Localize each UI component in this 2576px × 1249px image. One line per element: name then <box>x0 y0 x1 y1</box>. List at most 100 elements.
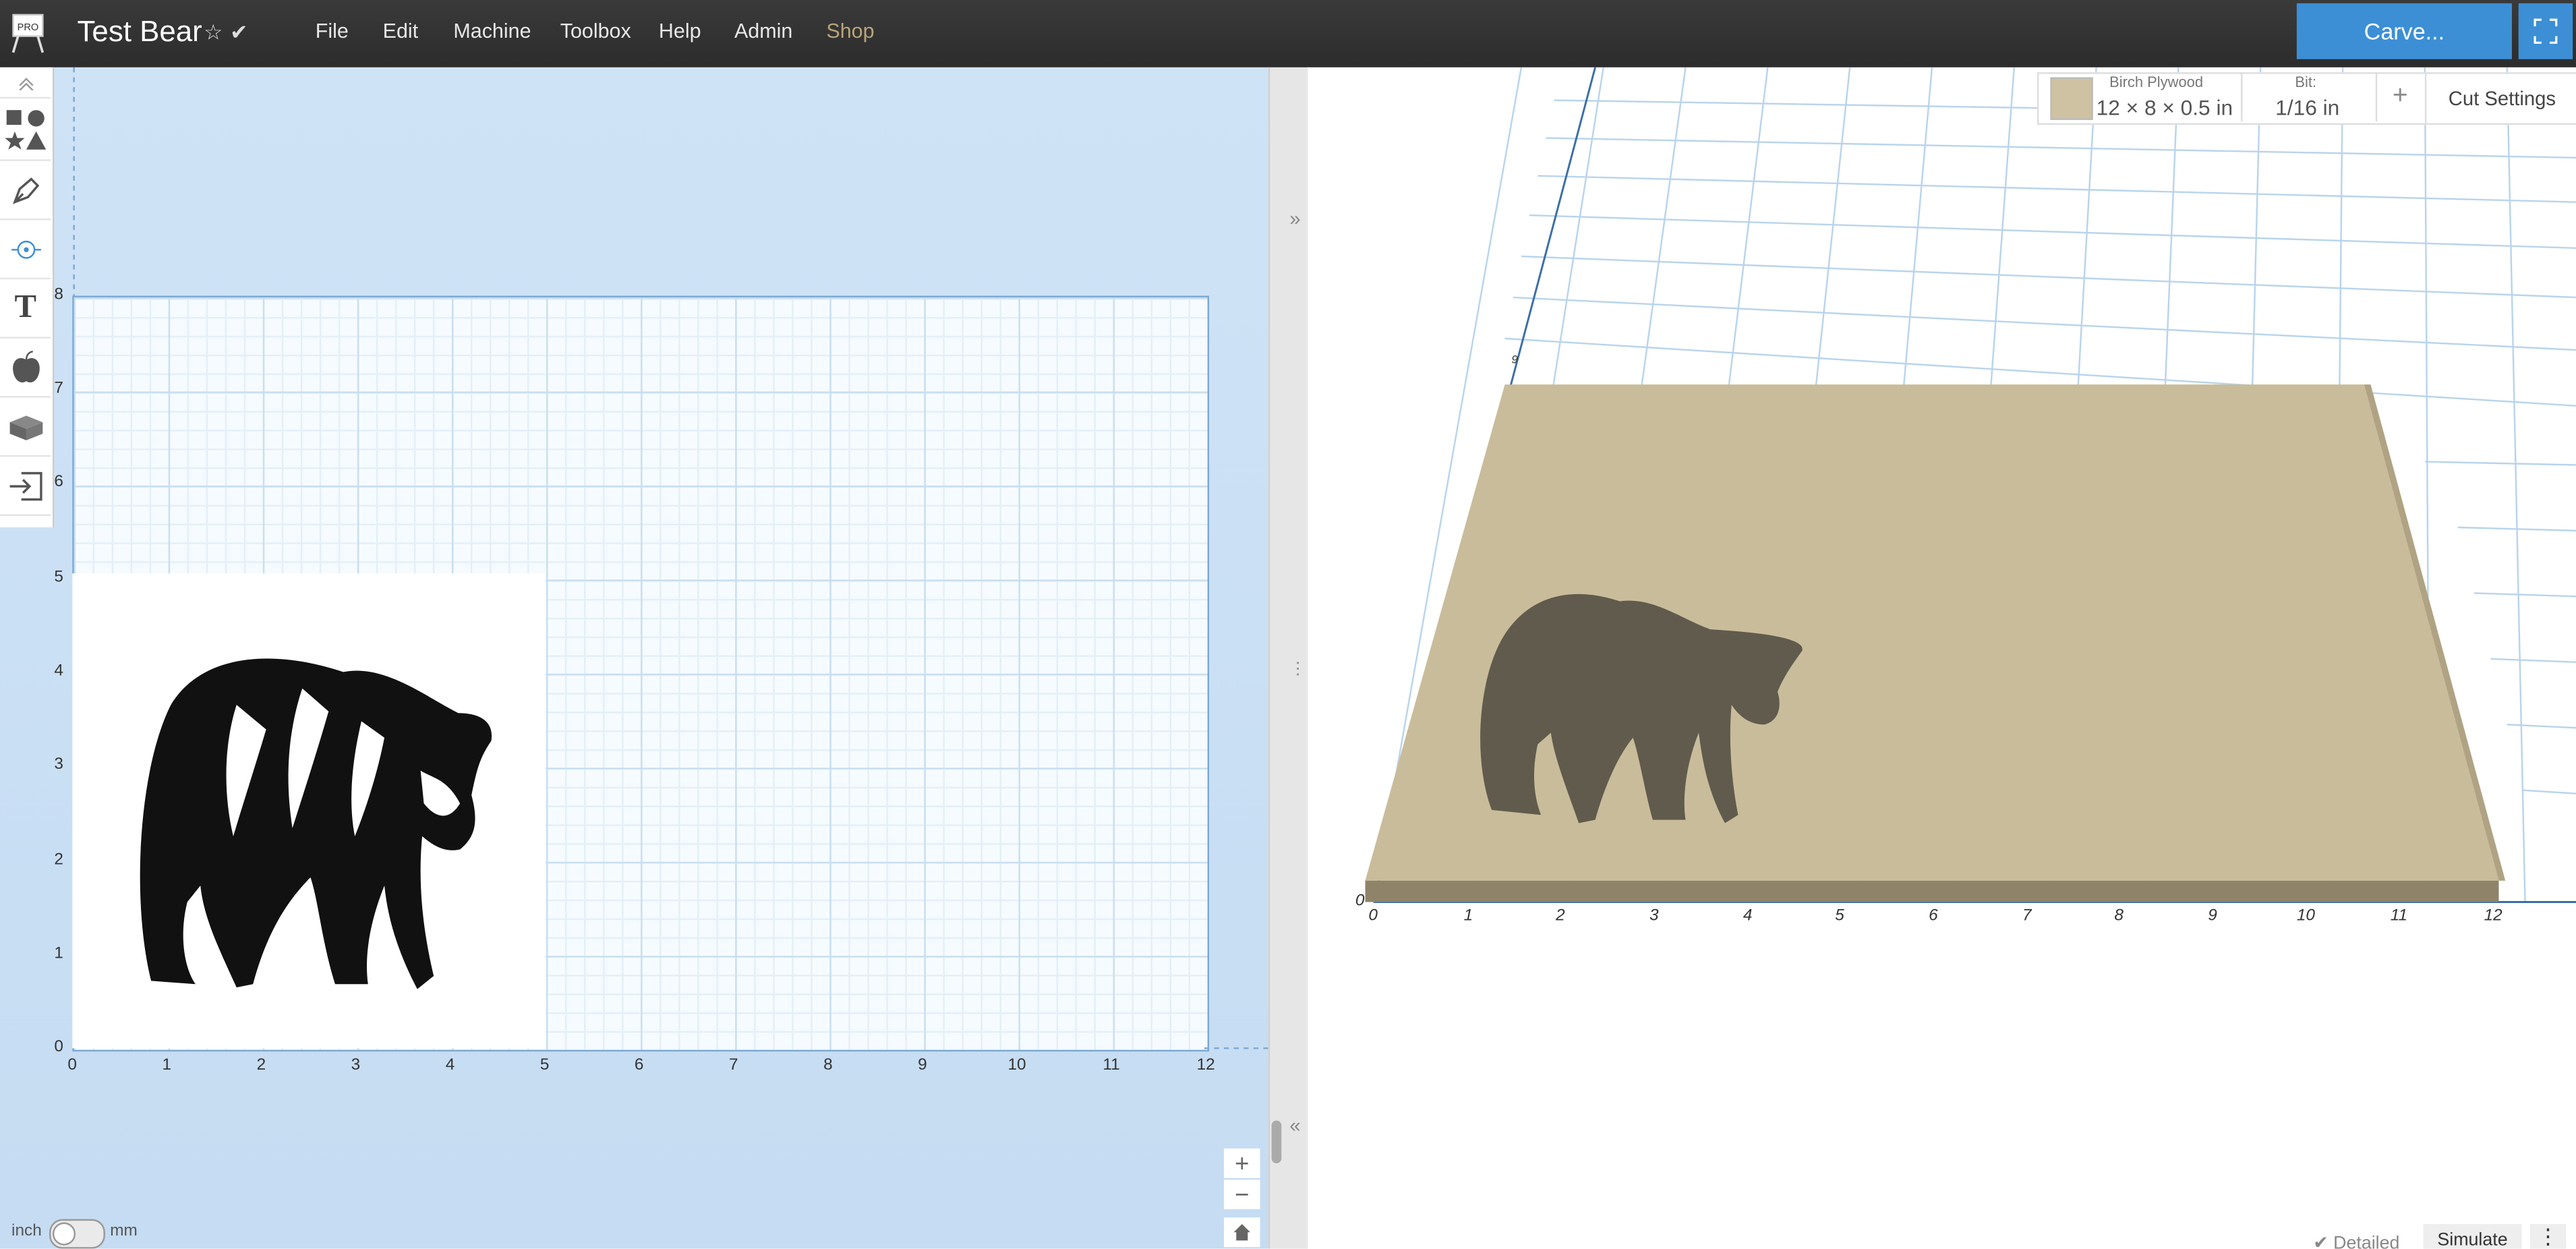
import-tool[interactable] <box>0 457 51 516</box>
preview-x-tick: 0 <box>1368 906 1378 925</box>
toggle-knob <box>52 1222 76 1246</box>
point-tool[interactable] <box>0 220 51 280</box>
home-icon <box>1233 1223 1250 1241</box>
icon-library-tool[interactable] <box>0 339 51 398</box>
minus-icon: − <box>1235 1180 1250 1209</box>
x-tick: 8 <box>823 1056 833 1075</box>
plus-icon: + <box>2392 82 2408 111</box>
shapes-tool[interactable] <box>0 98 51 161</box>
x-tick: 11 <box>1103 1056 1120 1075</box>
tool-sidebar: T <box>0 67 55 528</box>
preview-x-tick: 3 <box>1649 906 1659 925</box>
collapse-icon <box>18 78 33 90</box>
y-tick: 0 <box>54 1038 63 1057</box>
preview-x-tick: 9 <box>2208 906 2217 925</box>
app-logo[interactable]: PRO <box>10 11 47 54</box>
x-tick: 7 <box>728 1056 738 1075</box>
simulate-button[interactable]: Simulate <box>2423 1223 2522 1249</box>
panel-divider[interactable] <box>1268 67 1310 1249</box>
pen-tool[interactable] <box>0 161 51 221</box>
collapse-toolbar-button[interactable] <box>0 67 51 99</box>
more-options-icon[interactable]: ⋮ <box>2529 1223 2567 1249</box>
preview-floor-grid <box>1365 67 2576 903</box>
preview-x-tick: 8 <box>2114 906 2124 925</box>
menu-admin[interactable]: Admin <box>734 20 792 42</box>
menu-shop[interactable]: Shop <box>826 20 874 42</box>
carve-button[interactable]: Carve... <box>2296 3 2512 59</box>
zoom-out-button[interactable]: − <box>1223 1180 1260 1210</box>
drag-handle-icon[interactable]: ⋮ <box>1289 660 1306 678</box>
unit-inch-label: inch <box>11 1222 42 1241</box>
y-tick: 6 <box>54 473 63 492</box>
scrollbar-thumb[interactable] <box>1271 1120 1282 1163</box>
preview-x-tick: 12 <box>2484 906 2502 925</box>
guide-line-horizontal <box>1204 1047 1270 1049</box>
x-tick: 3 <box>351 1056 361 1075</box>
x-tick: 2 <box>256 1056 266 1075</box>
svg-text:PRO: PRO <box>18 22 39 33</box>
bear-graphic <box>140 658 492 989</box>
y-tick: 7 <box>54 379 63 398</box>
expand-button[interactable] <box>2518 3 2573 59</box>
detailed-label: Detailed <box>2333 1233 2400 1249</box>
apps-tool[interactable] <box>0 398 51 457</box>
shapes-icon <box>4 109 45 149</box>
x-tick: 6 <box>634 1056 644 1075</box>
expand-left-icon[interactable]: « <box>1289 1114 1300 1137</box>
x-tick: 1 <box>162 1056 172 1075</box>
project-title[interactable]: Test Bear <box>78 15 202 49</box>
x-tick: 12 <box>1196 1056 1215 1075</box>
add-bit-button[interactable]: + <box>2375 72 2424 122</box>
import-icon <box>9 471 42 500</box>
y-tick: 5 <box>54 568 63 587</box>
text-icon: T <box>14 289 37 326</box>
bit-value[interactable]: 1/16 in <box>2275 95 2339 120</box>
preview-x-tick: 4 <box>1743 906 1753 925</box>
check-icon: ✔ <box>230 20 248 45</box>
menu-help[interactable]: Help <box>659 20 701 42</box>
zoom-home-button[interactable] <box>1223 1217 1260 1248</box>
x-tick: 0 <box>67 1056 77 1075</box>
preview-x-tick: 2 <box>1556 906 1565 925</box>
star-icon[interactable]: ☆ <box>204 20 223 46</box>
preview-x-tick: 6 <box>1929 906 1938 925</box>
box-icon <box>9 415 42 440</box>
preview-origin-label: 0 <box>1355 892 1365 910</box>
preview-x-tick: 10 <box>2296 906 2315 925</box>
y-tick: 3 <box>54 755 63 774</box>
x-tick: 9 <box>918 1056 927 1075</box>
material-swatch[interactable] <box>2050 77 2093 120</box>
apple-icon <box>11 349 39 382</box>
x-tick: 5 <box>539 1056 550 1075</box>
separator <box>2241 72 2243 122</box>
pen-icon <box>11 177 39 204</box>
x-tick: 10 <box>1007 1056 1026 1075</box>
menu-file[interactable]: File <box>316 20 349 42</box>
preview-x-tick: 11 <box>2390 906 2408 925</box>
x-tick: 4 <box>445 1056 455 1075</box>
bit-label: Bit: <box>2295 74 2317 90</box>
y-tick: 8 <box>54 285 63 304</box>
preview-y-tick: 9 <box>1511 355 1518 367</box>
text-tool[interactable]: T <box>0 279 51 339</box>
menu-machine[interactable]: Machine <box>453 20 531 42</box>
plus-icon: + <box>1235 1149 1250 1178</box>
y-tick: 4 <box>54 662 63 680</box>
expand-right-icon[interactable]: » <box>1289 207 1300 230</box>
unit-toggle[interactable] <box>49 1219 105 1249</box>
preview-x-tick: 1 <box>1463 906 1473 925</box>
preview-x-tick: 5 <box>1835 906 1844 925</box>
bear-image[interactable] <box>72 573 546 1049</box>
material-size[interactable]: 12 × 8 × 0.5 in <box>2097 95 2233 120</box>
detailed-toggle[interactable]: ✔ Detailed <box>2313 1232 2400 1249</box>
material-name: Birch Plywood <box>2109 74 2204 90</box>
y-tick: 1 <box>54 944 63 963</box>
zoom-in-button[interactable]: + <box>1223 1148 1260 1178</box>
menu-toolbox[interactable]: Toolbox <box>560 20 631 42</box>
cut-settings-button[interactable]: Cut Settings <box>2424 72 2576 125</box>
preview-x-tick: 7 <box>2022 906 2032 925</box>
point-icon <box>10 239 40 258</box>
menu-edit[interactable]: Edit <box>383 20 418 42</box>
unit-mm-label: mm <box>110 1222 138 1241</box>
expand-icon <box>2534 18 2558 44</box>
